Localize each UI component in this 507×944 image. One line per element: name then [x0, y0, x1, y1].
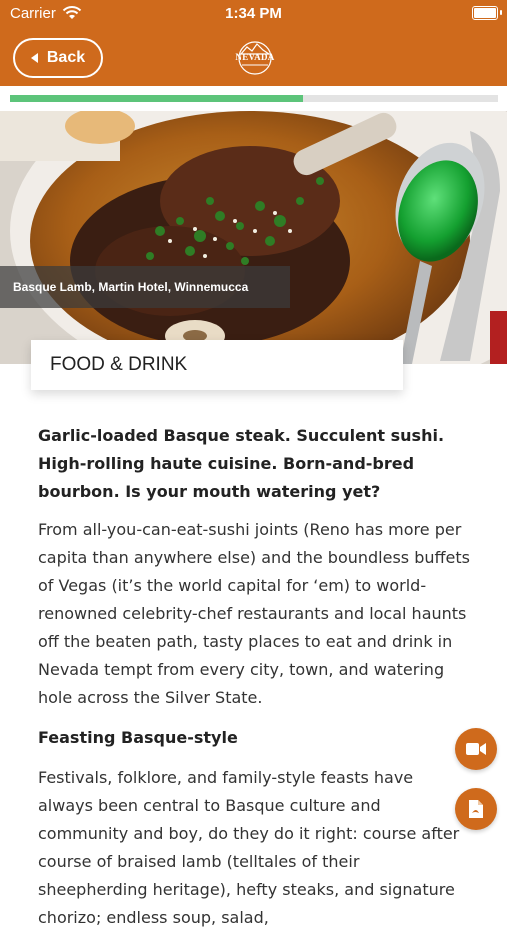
back-button-label: Back [46, 49, 86, 66]
hero-image: Basque Lamb, Martin Hotel, Winnemucca [0, 111, 507, 364]
pdf-button[interactable] [455, 788, 497, 830]
article-subheading: Feasting Basque-style [38, 728, 238, 747]
article-paragraph: From all-you-can-eat-sushi joints (Reno … [38, 520, 470, 707]
status-bar: Carrier 1:34 PM [0, 0, 507, 28]
back-button[interactable]: Back [13, 38, 103, 78]
video-camera-icon [466, 743, 486, 755]
pdf-document-icon [469, 800, 483, 818]
article-paragraph: Festivals, folklore, and family-style fe… [38, 768, 460, 927]
app-header: Carrier 1:34 PM Back NEVADA [0, 0, 507, 86]
hero-caption: Basque Lamb, Martin Hotel, Winnemucca [0, 266, 290, 308]
progress-bar [10, 95, 498, 102]
battery-icon [472, 6, 502, 20]
video-button[interactable] [455, 728, 497, 770]
article-lead: Garlic-loaded Basque steak. Succulent su… [38, 426, 445, 501]
nevada-logo: NEVADA [233, 38, 277, 78]
progress-bar-fill [10, 95, 303, 102]
back-arrow-icon [30, 53, 38, 63]
food-photo [0, 111, 507, 364]
status-time: 1:34 PM [225, 5, 282, 22]
logo-text: NEVADA [235, 52, 275, 62]
article-body: Garlic-loaded Basque steak. Succulent su… [38, 422, 470, 944]
section-title: FOOD & DRINK [31, 340, 403, 390]
